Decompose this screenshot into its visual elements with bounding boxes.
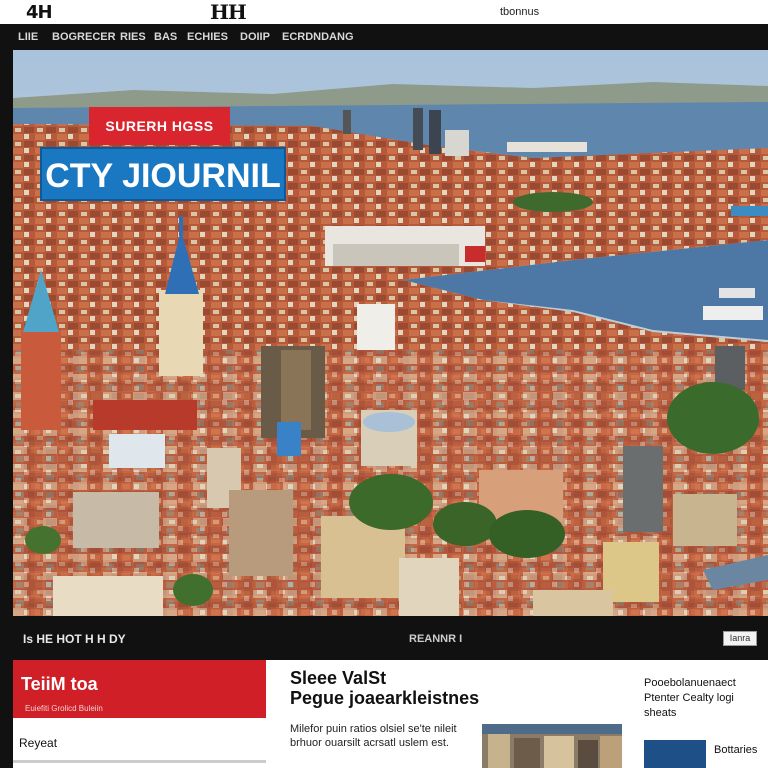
nav-item-3[interactable]: RIES [120,31,146,43]
article-headline-line2[interactable]: Pegue joaearkleistnes [290,688,479,709]
main-nav: LIIE BOGRECER RIES BAS ECHIES DOIIP ECRD… [0,24,768,50]
nav-item-1[interactable]: LIIE [18,31,38,43]
divider [13,760,266,763]
left-column: TeiiM toa Euiefiti Grolicd Buleiin Reyea… [13,660,266,768]
side-article: Pooebolanuenaect Ptenter Cealty logi she… [636,660,768,768]
site-logo-small[interactable]: 4H [26,2,53,23]
article-thumbnail[interactable] [482,724,622,768]
header-right-link[interactable]: tbonnus [500,6,539,18]
nav-item-6[interactable]: DOIIP [240,31,270,43]
ticker-headline[interactable]: Is HE HOT H H DY [23,632,126,646]
nav-item-4[interactable]: BAS [154,31,177,43]
side-article-thumbnail[interactable] [644,740,706,768]
site-logo-center[interactable]: HH [210,0,247,24]
top-header: 4H HH tbonnus [0,0,768,24]
ticker-section[interactable]: REANNR I [409,633,462,645]
article-excerpt: Milefor puin ratios olsiel se'te nileit … [290,723,457,749]
nav-item-7[interactable]: ECRDNDANG [282,31,354,43]
site-title-banner[interactable]: CTY JIOURNIL [40,147,286,201]
side-article-label[interactable]: Bottaries [714,744,757,756]
ticker-button[interactable]: Ianra [723,631,757,646]
featured-subtitle: Euiefiti Grolicd Buleiin [25,704,103,713]
main-article: Sleee ValSt Pegue joaearkleistnes Milefo… [282,660,627,768]
featured-box[interactable]: TeiiM toa Euiefiti Grolicd Buleiin [13,660,266,718]
featured-title: TeiiM toa [21,674,98,694]
page-left-border [0,50,13,768]
nav-item-5[interactable]: ECHIES [187,31,228,43]
section-tag[interactable]: SURERH HGSS [89,107,230,145]
thumbnail-image [482,724,622,768]
section-link[interactable]: Reyeat [19,736,57,750]
article-headline-line1[interactable]: Sleee ValSt [290,668,386,689]
breaking-news-bar: Is HE HOT H H DY REANNR I Ianra [13,616,768,660]
nav-item-2[interactable]: BOGRECER [52,31,116,43]
hero-image[interactable]: SURERH HGSS CTY JIOURNIL [13,50,768,616]
side-article-headline[interactable]: Pooebolanuenaect Ptenter Cealty logi she… [644,676,768,721]
